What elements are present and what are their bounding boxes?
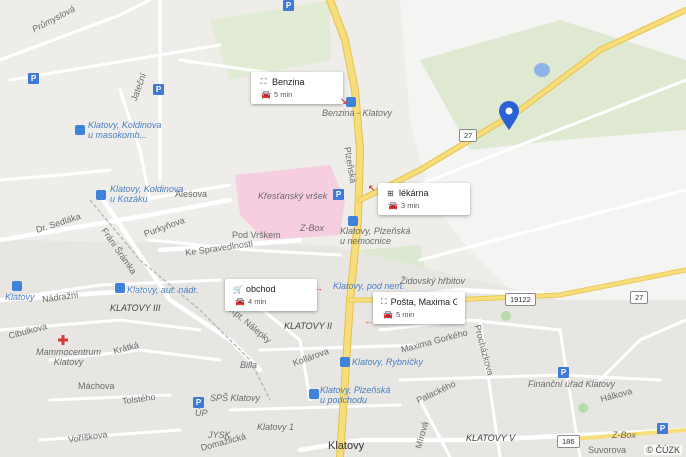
road-number-shield: 19122 [505,293,536,306]
district-label: KLATOVY II [284,321,333,331]
bus-stop-label: Klatovy, pod nem. [333,281,405,291]
bus-stop-icon [348,216,358,226]
parking-icon: P [153,84,164,95]
callout-duration: 3 min [401,201,420,210]
poi-label: Z-Box [612,430,637,440]
network-icon: ⛶ [260,77,267,86]
car-icon: 🚘 [388,201,398,210]
callout-duration: 5 min [274,90,293,99]
car-icon: 🚘 [261,90,271,99]
poi-label: Finanční úřad Klatovy [528,379,616,389]
pond [534,63,550,77]
poi-label: Mammocentrum Klatovy [36,347,102,367]
arrow-icon: ↖ [368,183,376,193]
poi-label: Billa [240,360,258,370]
bus-stop-icon [75,125,85,135]
callout-obchod[interactable]: 🛒 obchod 🚘 4 min [225,279,317,311]
arrow-icon: ← [364,316,373,326]
parking-icon: P [657,423,668,434]
parking-icon: P [333,189,344,200]
road-number-shield: 27 [459,129,478,142]
copyright-notice: © ČÚZK [644,445,682,455]
poi-label: Klatovy, Plzeňská u nemocnice [340,226,411,246]
bus-stop-label: Klatovy, Rybníčky [352,357,423,367]
district-label: KLATOVY V [466,433,516,443]
bus-stop-icon [96,190,106,200]
poi-label: Klatovy 1 [257,422,295,432]
parking-icon: P [193,397,204,408]
poi-label: Benzina - Klatovy [322,108,393,118]
road-number-shield: 27 [630,291,649,304]
callout-duration: 4 min [248,297,267,306]
bus-stop-label: Klatovy, aut. nádr. [127,285,199,295]
callout-title: Pošta, Maxima G... [390,297,457,307]
street-label: Suvorova [588,445,627,455]
car-icon: 🚘 [383,310,393,319]
poi-label: Židovský hřbitov [400,276,466,286]
bus-stop-label: Klatovy, Koldinova u Kozáku [110,184,184,204]
parking-icon: P [28,73,39,84]
arrow-icon: ↘ [340,96,348,106]
car-icon: 🚘 [235,297,245,306]
town-label: Klatovy [328,440,365,452]
cart-icon: 🛒 [233,284,243,294]
callout-title: lékárna [399,188,429,198]
callout-title: obchod [246,284,276,294]
poi-label: SPŠ Klatovy [210,393,261,403]
district-label: KLATOVY III [110,303,161,313]
bus-stop-icon [340,357,350,367]
parking-icon: P [558,367,569,378]
bus-stop-label: Klatovy, Plzeňská u podchodu [320,385,391,405]
poi-label: Křesťanský vršek [258,191,328,201]
callout-title: Benzina [272,77,305,87]
network-icon: ⛶ [381,297,387,306]
callout-lekarna[interactable]: ⊞ lékárna 🚘 3 min [378,183,470,215]
parking-icon: P [283,0,294,11]
poi-label: ÚP [195,408,208,418]
street-label: Pod Vrškem [232,230,281,240]
arrow-icon: → [314,283,323,293]
bus-stop-icon [309,389,319,399]
poi-label: Z-Box [300,223,325,233]
callout-benzina[interactable]: ⛶ Benzina 🚘 5 min [251,72,343,104]
park-icon [578,403,588,413]
callout-posta[interactable]: ⛶Pošta, Maxima G... 🚘5 min [373,292,465,324]
park-icon [501,311,511,321]
bus-stop-label: Klatovy [5,292,35,302]
poi-label: JYSK [208,430,231,440]
bus-stop-label: Klatovy, Koldinova u masokomb... [88,120,162,140]
road-number-shield: 186 [557,435,580,448]
bus-stop-icon [115,283,125,293]
pharmacy-icon: ⊞ [387,188,394,198]
bus-stop-icon [12,281,22,291]
street-label: Máchova [78,381,115,391]
callout-duration: 5 min [396,310,415,319]
